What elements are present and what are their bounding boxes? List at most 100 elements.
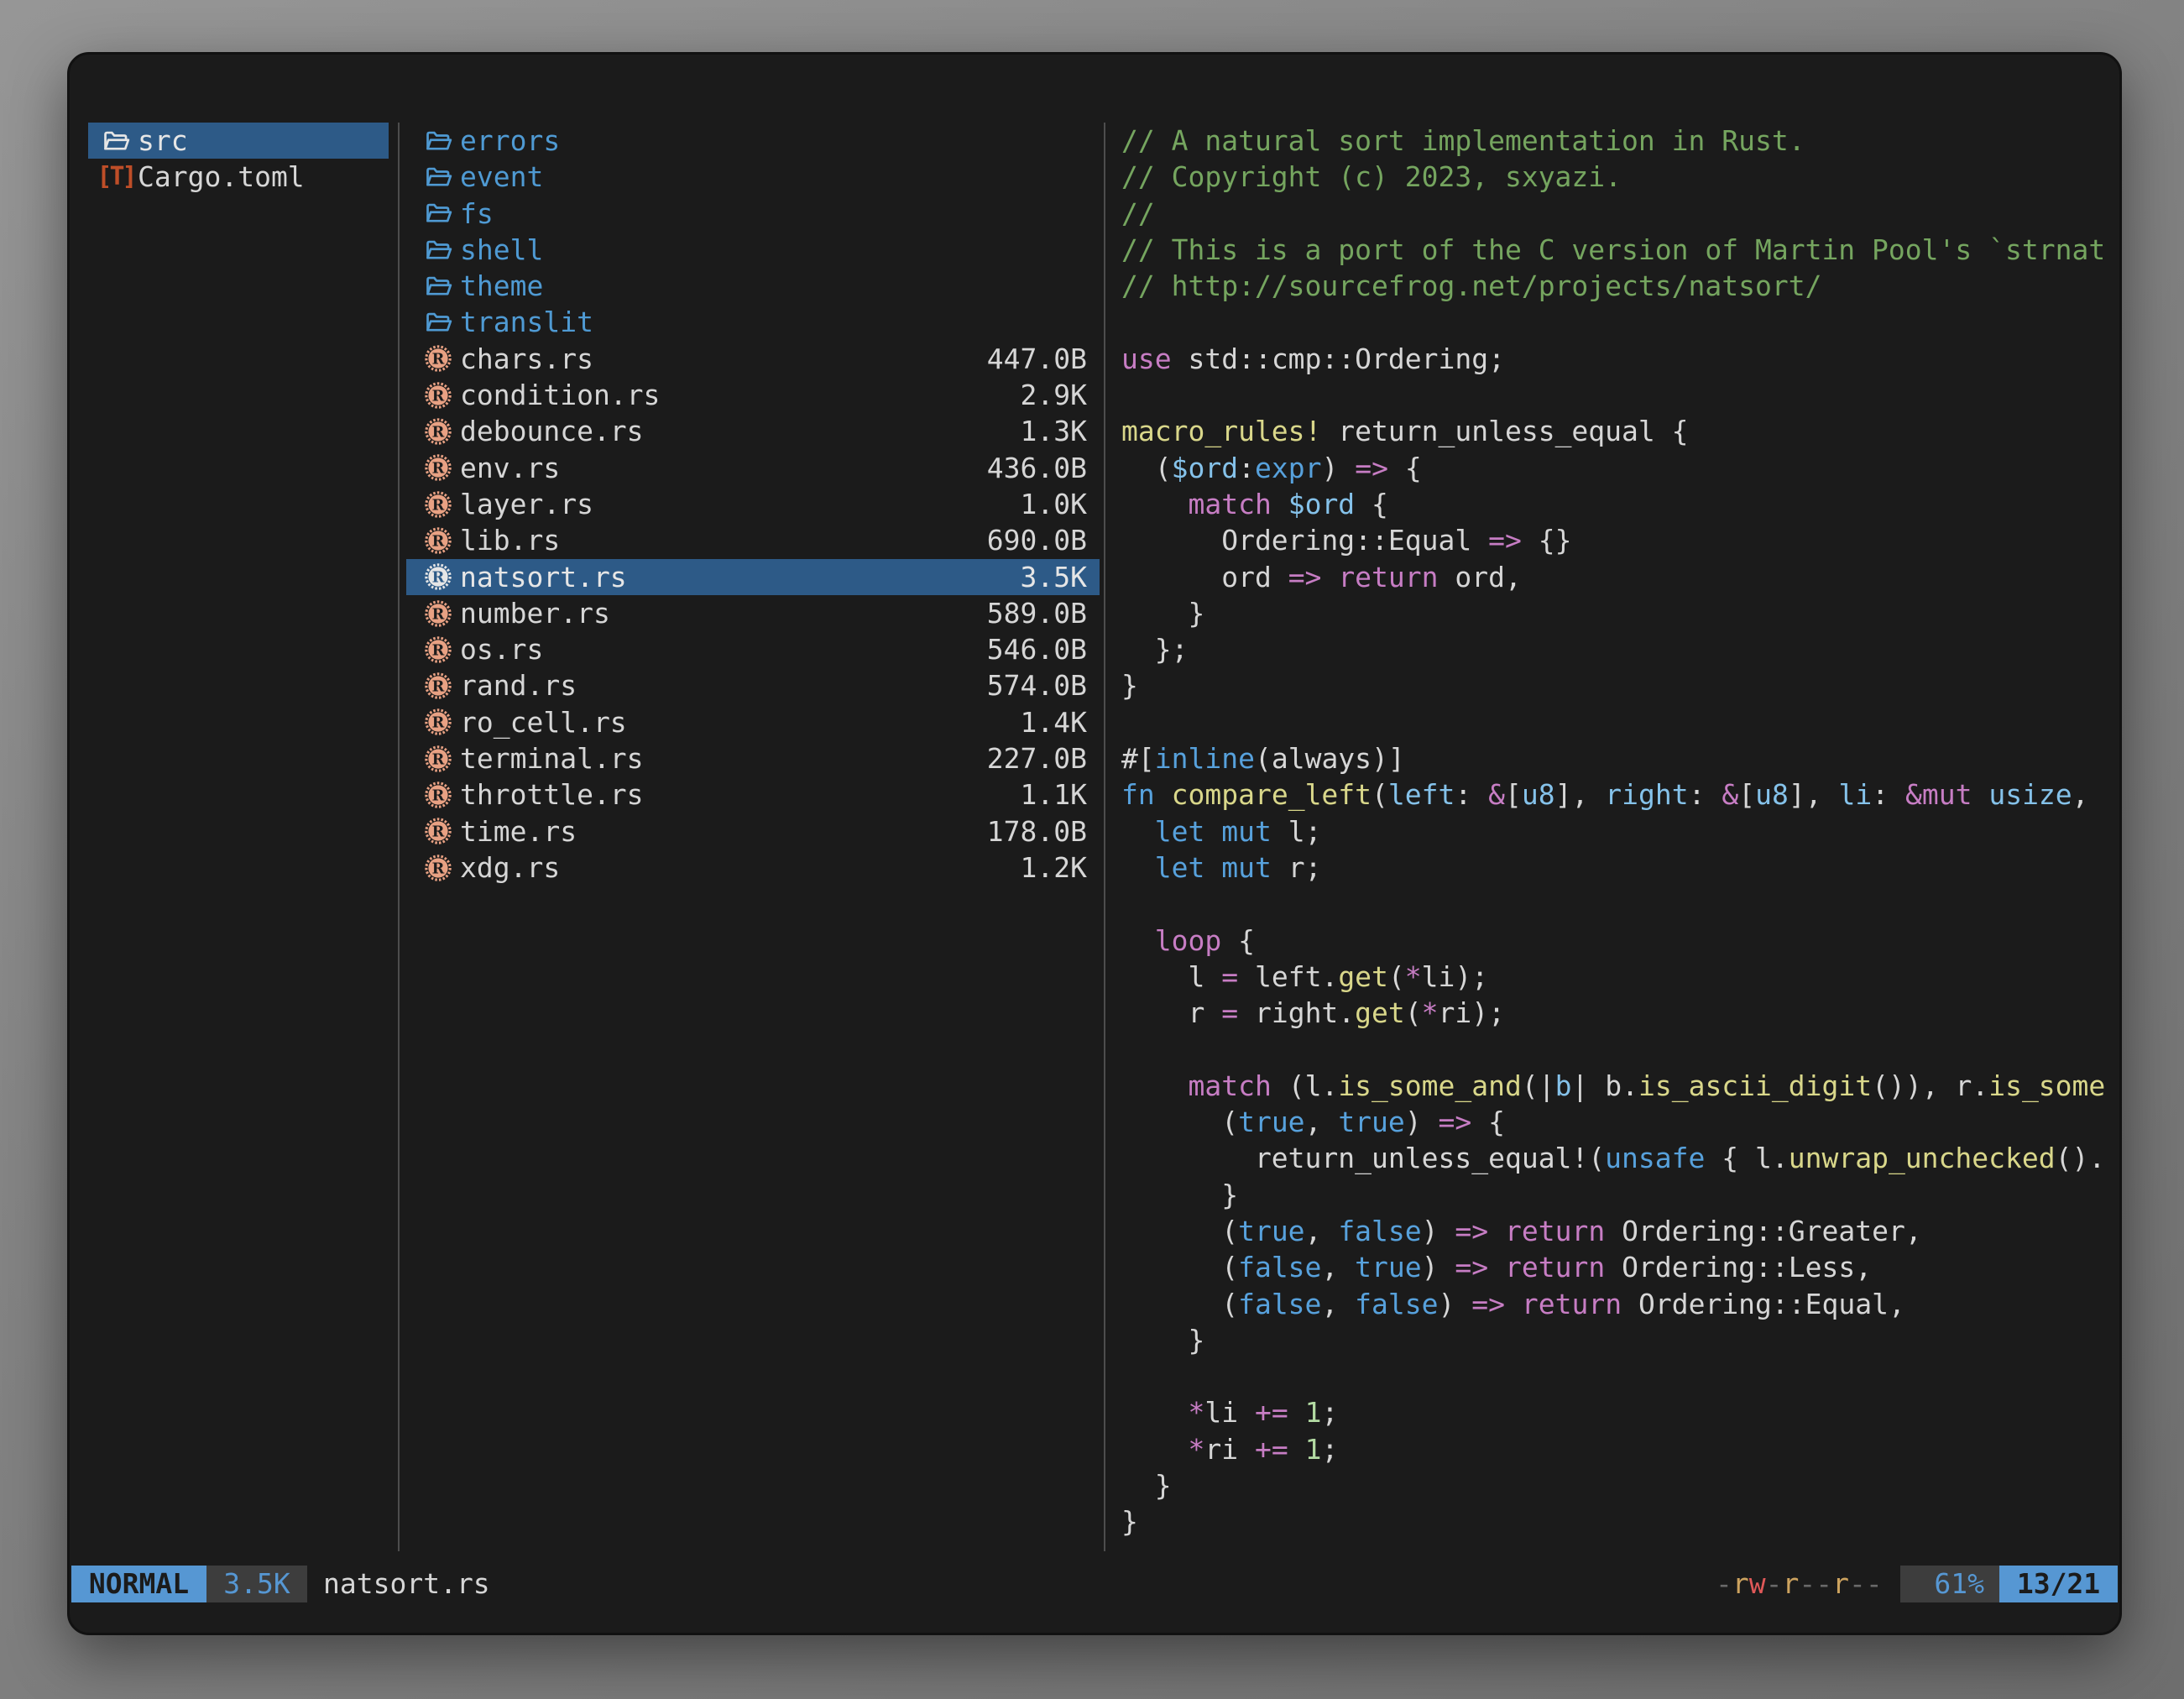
svg-text:R: R bbox=[432, 532, 445, 550]
folder-open-icon bbox=[424, 308, 452, 337]
file-name: shell bbox=[460, 232, 543, 268]
code-line: } bbox=[1121, 1177, 2114, 1213]
code-line: } bbox=[1121, 1322, 2114, 1358]
file-name: number.rs bbox=[460, 595, 610, 631]
file-row-env.rs[interactable]: Renv.rs436.0B bbox=[406, 450, 1100, 486]
file-name: debounce.rs bbox=[460, 413, 644, 449]
file-size: 574.0B bbox=[987, 667, 1100, 703]
file-size: 1.0K bbox=[1021, 486, 1100, 522]
file-row-rand.rs[interactable]: Rrand.rs574.0B bbox=[406, 667, 1100, 703]
code-line: (false, true) => return Ordering::Less, bbox=[1121, 1249, 2114, 1285]
file-row-lib.rs[interactable]: Rlib.rs690.0B bbox=[406, 522, 1100, 558]
code-line: // Copyright (c) 2023, sxyazi. bbox=[1121, 159, 2114, 195]
code-line: (true, true) => { bbox=[1121, 1104, 2114, 1140]
file-name: lib.rs bbox=[460, 522, 560, 558]
file-name: time.rs bbox=[460, 813, 577, 850]
code-line: (false, false) => return Ordering::Equal… bbox=[1121, 1286, 2114, 1322]
code-line: ord => return ord, bbox=[1121, 559, 2114, 595]
code-line: } bbox=[1121, 595, 2114, 631]
file-name: os.rs bbox=[460, 631, 543, 667]
rust-file-icon: R bbox=[424, 417, 452, 446]
file-row-event[interactable]: event bbox=[406, 159, 1100, 195]
rust-file-icon: R bbox=[424, 344, 452, 373]
yazi-window: src[T]Cargo.toml errorseventfsshelltheme… bbox=[67, 52, 2122, 1635]
file-name: rand.rs bbox=[460, 667, 577, 703]
code-line: r = right.get(*ri); bbox=[1121, 995, 2114, 1031]
svg-text:R: R bbox=[432, 605, 445, 623]
status-filename: natsort.rs bbox=[323, 1566, 490, 1602]
code-line: ($ord:expr) => { bbox=[1121, 450, 2114, 486]
file-name: natsort.rs bbox=[460, 559, 627, 595]
file-row-fs[interactable]: fs bbox=[406, 196, 1100, 232]
file-name: xdg.rs bbox=[460, 850, 560, 886]
file-name: event bbox=[460, 159, 543, 195]
rust-file-icon: R bbox=[424, 635, 452, 664]
file-row-ro_cell.rs[interactable]: Rro_cell.rs 1.4K bbox=[406, 704, 1100, 740]
file-size: 436.0B bbox=[987, 450, 1100, 486]
code-line: match $ord { bbox=[1121, 486, 2114, 522]
rust-file-icon: R bbox=[424, 562, 452, 591]
code-line bbox=[1121, 377, 2114, 413]
file-size: 589.0B bbox=[987, 595, 1100, 631]
code-line: fn compare_left(left: &[u8], right: &[u8… bbox=[1121, 776, 2114, 813]
rust-file-icon: R bbox=[424, 599, 452, 628]
file-name: ro_cell.rs bbox=[460, 704, 627, 740]
rust-file-icon: R bbox=[424, 490, 452, 519]
parent-pane: src[T]Cargo.toml bbox=[88, 123, 389, 196]
code-line: let mut r; bbox=[1121, 850, 2114, 886]
file-row-condition.rs[interactable]: Rcondition.rs2.9K bbox=[406, 377, 1100, 413]
file-size: 178.0B bbox=[987, 813, 1100, 850]
file-row-os.rs[interactable]: Ros.rs546.0B bbox=[406, 631, 1100, 667]
file-row-number.rs[interactable]: Rnumber.rs 589.0B bbox=[406, 595, 1100, 631]
status-bar: NORMAL 3.5K natsort.rs -rw-r--r-- 61% 13… bbox=[70, 1566, 2122, 1602]
code-line: *ri += 1; bbox=[1121, 1431, 2114, 1467]
code-line: l = left.get(*li); bbox=[1121, 959, 2114, 995]
file-name: fs bbox=[460, 196, 494, 232]
code-line bbox=[1121, 1358, 2114, 1394]
file-row-natsort.rs[interactable]: Rnatsort.rs3.5K bbox=[406, 559, 1100, 595]
code-line: return_unless_equal!(unsafe { l.unwrap_u… bbox=[1121, 1140, 2114, 1176]
file-row-throttle.rs[interactable]: Rthrottle.rs1.1K bbox=[406, 776, 1100, 813]
parent-row-src[interactable]: src bbox=[88, 123, 389, 159]
folder-open-icon bbox=[424, 127, 452, 155]
folder-open-icon bbox=[424, 272, 452, 301]
code-line: } bbox=[1121, 1503, 2114, 1540]
rust-file-icon: R bbox=[424, 817, 452, 845]
folder-open-icon bbox=[424, 199, 452, 227]
file-name: chars.rs bbox=[460, 341, 593, 377]
file-row-xdg.rs[interactable]: Rxdg.rs1.2K bbox=[406, 850, 1100, 886]
code-line: }; bbox=[1121, 631, 2114, 667]
file-name: throttle.rs bbox=[460, 776, 644, 813]
file-row-terminal.rs[interactable]: Rterminal.rs227.0B bbox=[406, 740, 1100, 776]
rust-file-icon: R bbox=[424, 381, 452, 410]
file-row-layer.rs[interactable]: Rlayer.rs1.0K bbox=[406, 486, 1100, 522]
file-row-translit[interactable]: translit bbox=[406, 304, 1100, 340]
parent-row-Cargo.toml[interactable]: [T]Cargo.toml bbox=[88, 159, 389, 195]
file-size: 1.4K bbox=[1021, 704, 1100, 740]
file-size-indicator: 3.5K bbox=[206, 1566, 307, 1602]
rust-file-icon: R bbox=[424, 708, 452, 736]
scroll-percent-indicator: 61% bbox=[1900, 1566, 1999, 1602]
file-row-chars.rs[interactable]: Rchars.rs447.0B bbox=[406, 341, 1100, 377]
mode-indicator: NORMAL bbox=[71, 1566, 206, 1602]
code-line: macro_rules! return_unless_equal { bbox=[1121, 413, 2114, 449]
file-name: terminal.rs bbox=[460, 740, 644, 776]
file-row-shell[interactable]: shell bbox=[406, 232, 1100, 268]
code-line bbox=[1121, 1031, 2114, 1067]
code-line bbox=[1121, 304, 2114, 340]
rust-file-icon: R bbox=[424, 526, 452, 555]
file-row-time.rs[interactable]: Rtime.rs 178.0B bbox=[406, 813, 1100, 850]
svg-text:R: R bbox=[432, 351, 445, 369]
svg-text:R: R bbox=[432, 641, 445, 659]
folder-open-icon bbox=[424, 236, 452, 264]
file-row-debounce.rs[interactable]: Rdebounce.rs 1.3K bbox=[406, 413, 1100, 449]
file-row-theme[interactable]: theme bbox=[406, 268, 1100, 304]
cursor-position-indicator: 13/21 bbox=[1999, 1566, 2118, 1602]
pane-divider bbox=[1104, 123, 1105, 1551]
file-size: 1.3K bbox=[1021, 413, 1100, 449]
file-row-errors[interactable]: errors bbox=[406, 123, 1100, 159]
svg-text:R: R bbox=[432, 496, 445, 514]
code-line: (true, false) => return Ordering::Greate… bbox=[1121, 1213, 2114, 1249]
file-size: 1.2K bbox=[1021, 850, 1100, 886]
code-line: // http://sourcefrog.net/projects/natsor… bbox=[1121, 268, 2114, 304]
